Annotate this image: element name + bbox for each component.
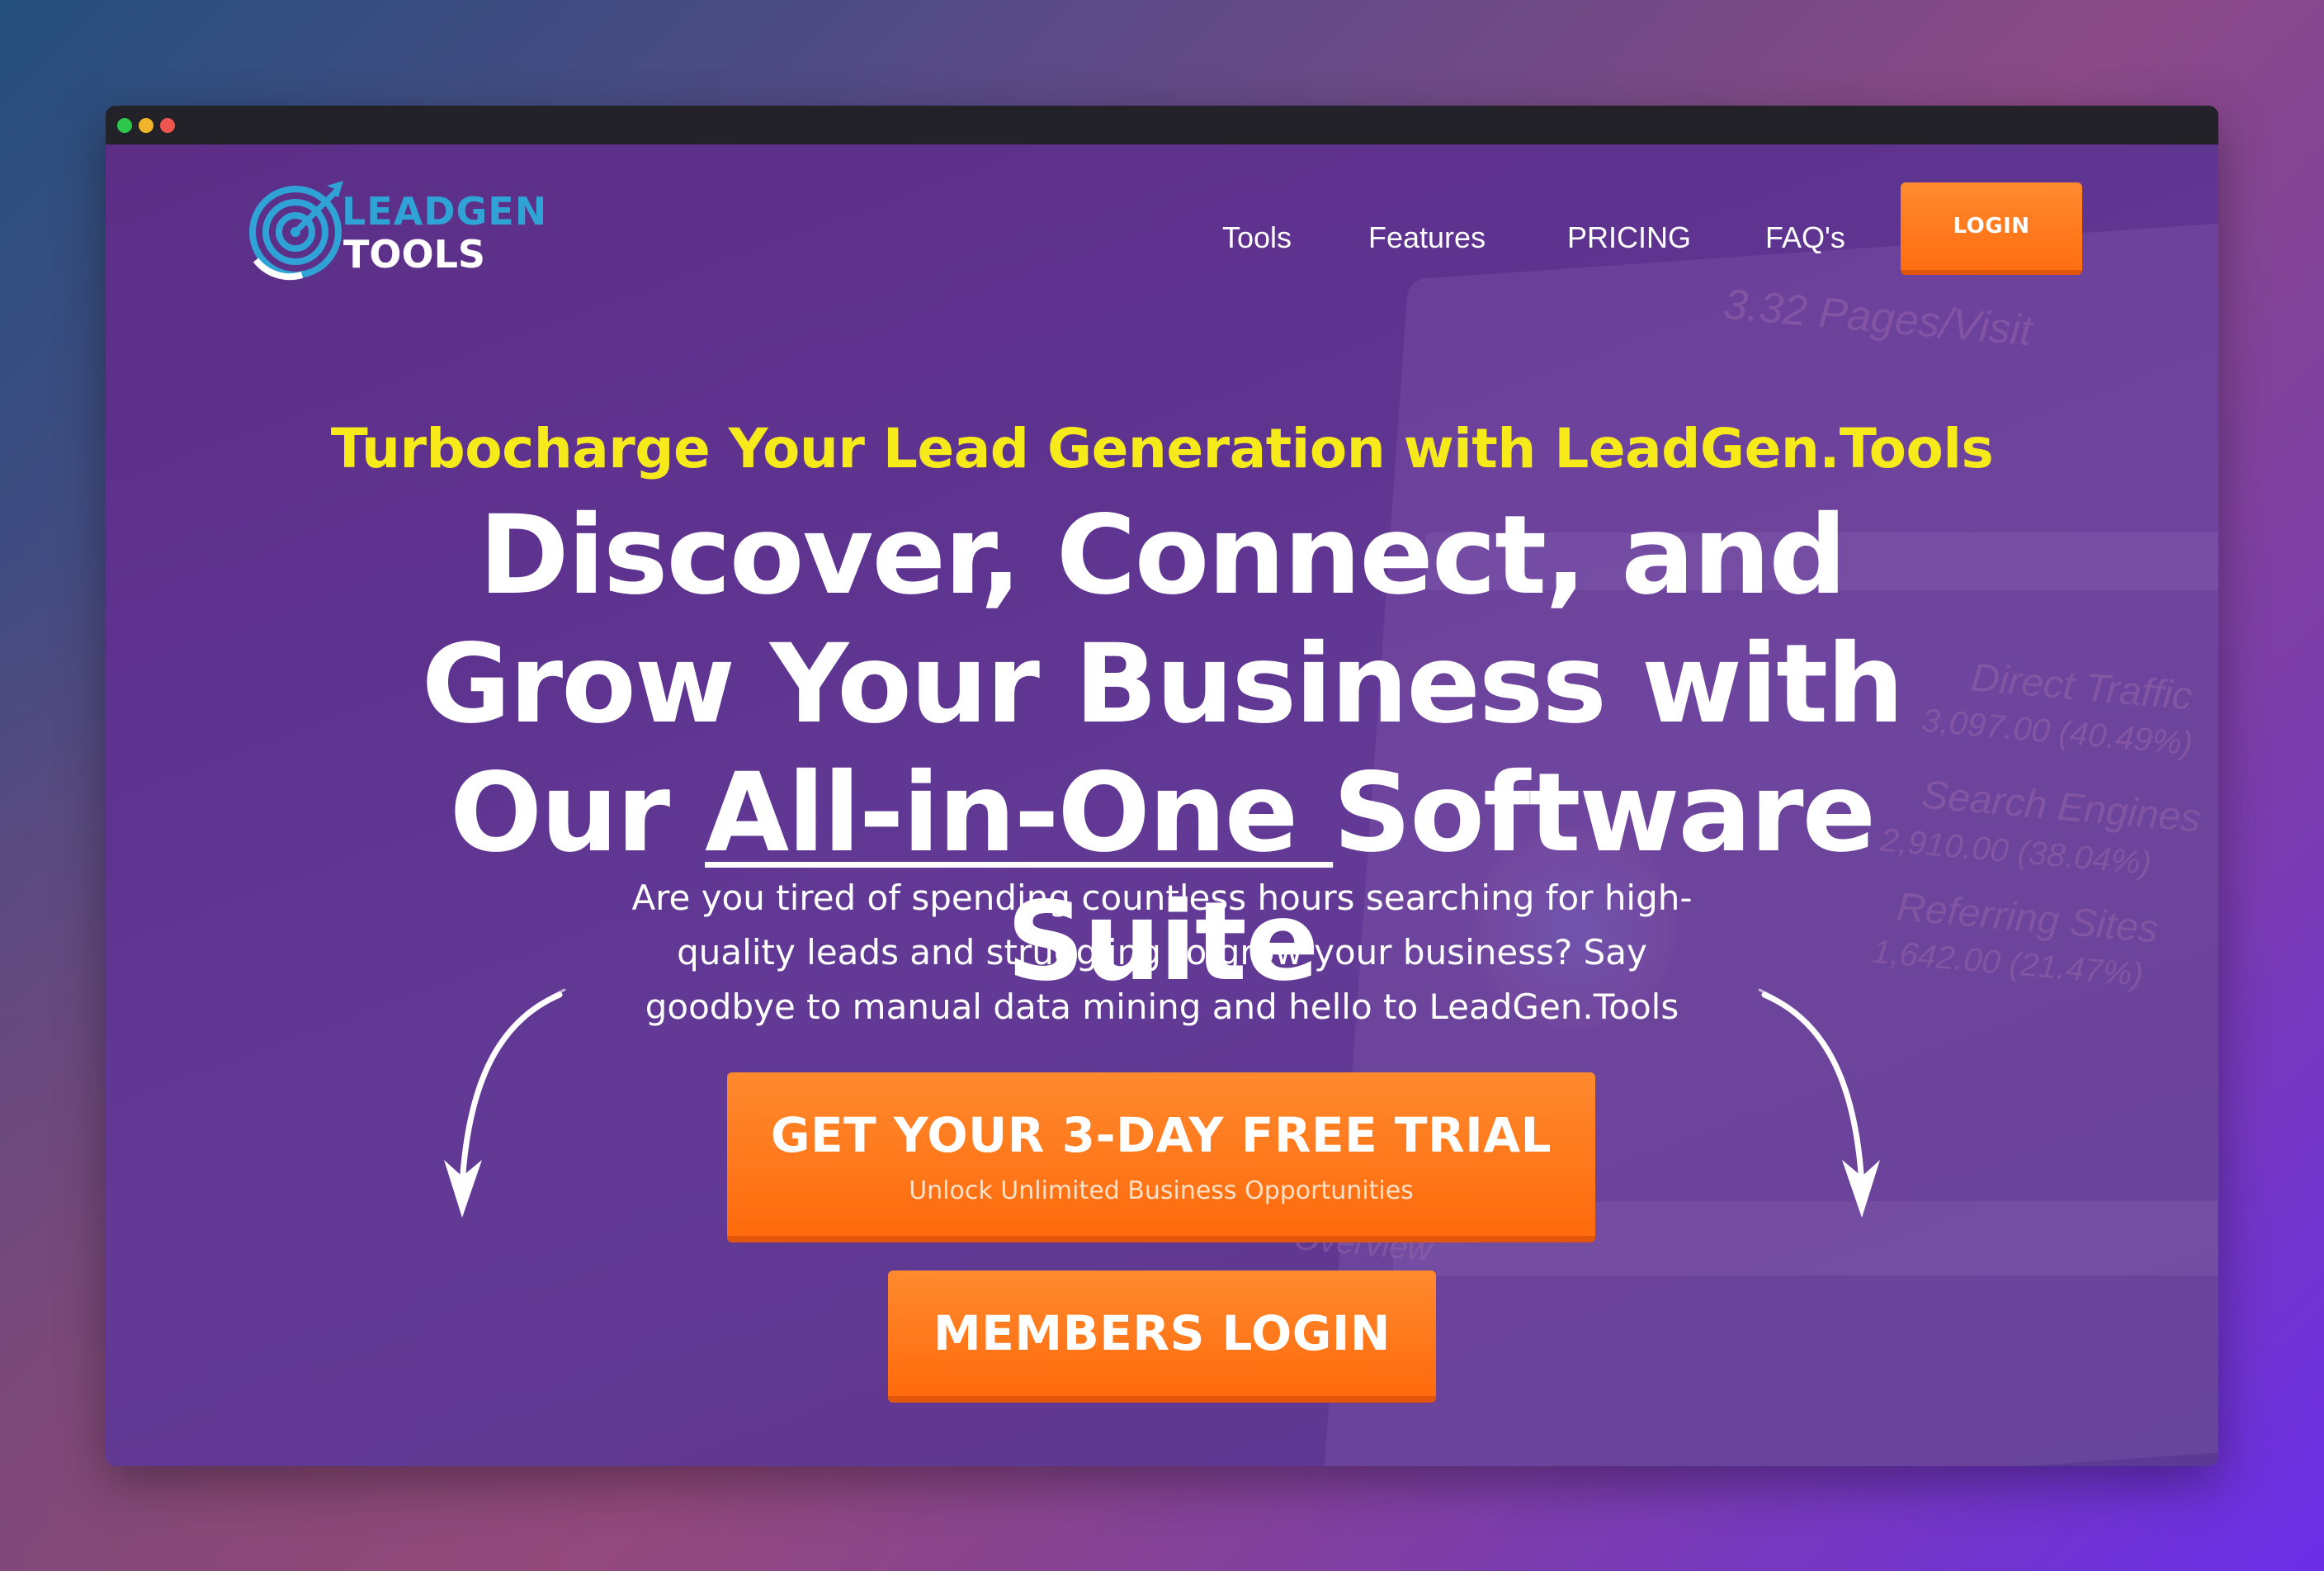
curved-arrow-left-icon bbox=[444, 988, 566, 1218]
members-login-button[interactable]: MEMBERS LOGIN bbox=[888, 1271, 1436, 1403]
headline-underlined-text: All-in-One bbox=[705, 750, 1334, 877]
free-trial-button[interactable]: GET YOUR 3-DAY FREE TRIAL Unlock Unlimit… bbox=[727, 1072, 1595, 1242]
window-minimize-control[interactable] bbox=[139, 118, 154, 133]
curved-arrow-right-icon bbox=[1758, 988, 1880, 1218]
hero-description: Are you tired of spending countless hour… bbox=[631, 878, 1693, 1027]
window-titlebar bbox=[106, 106, 2218, 144]
window-close-control[interactable] bbox=[117, 118, 132, 133]
nav-link-pricing[interactable]: PRICING bbox=[1567, 220, 1691, 255]
login-button[interactable]: LOGIN bbox=[1901, 182, 2082, 275]
leadgen-tools-logo[interactable]: LEADGEN TOOLS bbox=[244, 177, 546, 293]
nav-link-tools[interactable]: Tools bbox=[1222, 220, 1292, 255]
nav-link-features[interactable]: Features bbox=[1368, 220, 1486, 255]
browser-window: 3.32 Pages/Visit Direct Traffic 3,097.00… bbox=[106, 106, 2218, 1466]
window-maximize-control[interactable] bbox=[160, 118, 175, 133]
hero-tagline: Turbocharge Your Lead Generation with Le… bbox=[330, 417, 1994, 480]
target-arrow-icon bbox=[249, 181, 343, 281]
logo-wordmark-line2: TOOLS bbox=[343, 232, 486, 277]
logo-wordmark-line1: LEADGEN bbox=[342, 189, 548, 234]
free-trial-button-label: GET YOUR 3-DAY FREE TRIAL bbox=[770, 1107, 1552, 1163]
page-viewport: 3.32 Pages/Visit Direct Traffic 3,097.00… bbox=[106, 144, 2218, 1466]
free-trial-button-sublabel: Unlock Unlimited Business Opportunities bbox=[909, 1176, 1414, 1205]
nav-link-faqs[interactable]: FAQ's bbox=[1765, 220, 1845, 255]
